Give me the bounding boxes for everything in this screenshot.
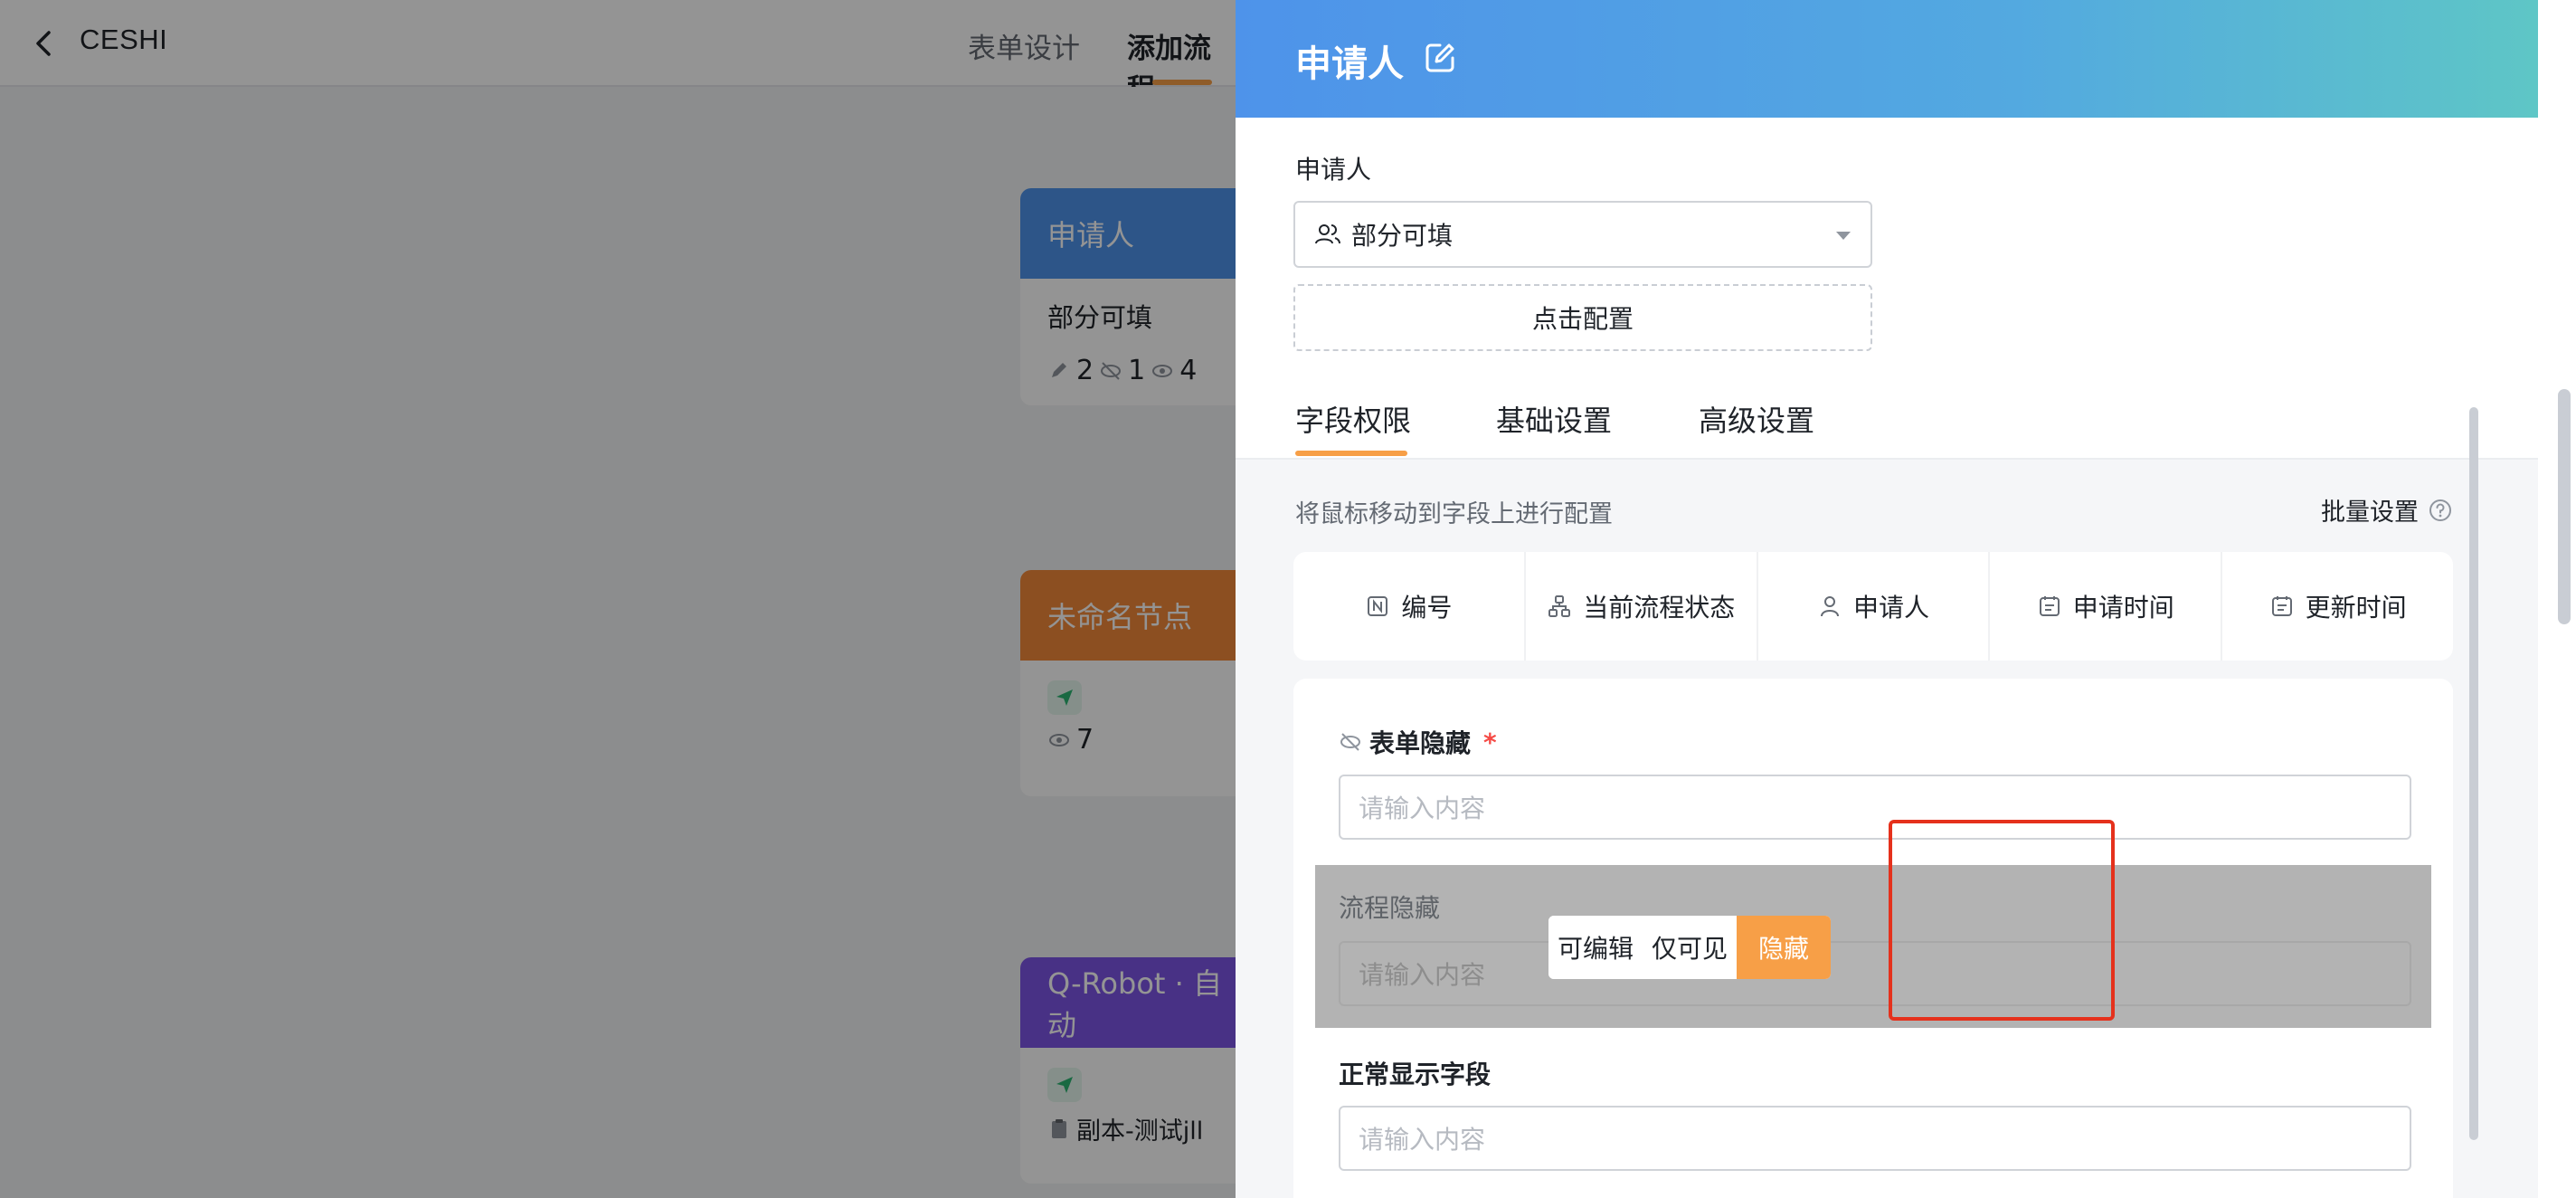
system-field-applicant[interactable]: 申请人: [1758, 552, 1991, 661]
tab-advanced-settings[interactable]: 高级设置: [1699, 398, 1814, 440]
config-button[interactable]: 点击配置: [1293, 284, 1872, 351]
help-icon[interactable]: [2428, 498, 2453, 523]
permission-select-value: 部分可填: [1351, 221, 1454, 251]
permission-option-view-only[interactable]: 仅可见: [1643, 916, 1738, 979]
permission-option-editable[interactable]: 可编辑: [1548, 916, 1643, 979]
number-icon: [1368, 596, 1388, 616]
drawer-header: 申请人: [1236, 0, 2538, 118]
system-field-apply-time[interactable]: 申请时间: [1990, 552, 2223, 661]
system-field-label: 当前流程状态: [1583, 593, 1736, 623]
permission-select[interactable]: 部分可填: [1293, 201, 1872, 268]
field-label-form-hidden: 表单隐藏 *: [1339, 724, 1497, 760]
caret-down-icon: [1836, 232, 1851, 240]
field-row-flow-hidden[interactable]: 流程隐藏 请输入内容 可编辑 仅可见 隐藏: [1315, 865, 2431, 1028]
permission-toggle-group: 可编辑 仅可见 隐藏: [1548, 916, 1832, 979]
field-label-flow-hidden: 流程隐藏: [1339, 893, 1441, 923]
normal-field-input[interactable]: 请输入内容: [1339, 1106, 2411, 1171]
flow-icon: [1548, 595, 1571, 617]
batch-settings-button[interactable]: 批量设置: [2321, 492, 2453, 528]
system-field-label: 更新时间: [2305, 593, 2407, 623]
form-fields-card: 表单隐藏 * 请输入内容 流程隐藏 请输入内容 可编辑 仅可见 隐藏 正常显示字…: [1293, 679, 2453, 1198]
modal-overlay[interactable]: [0, 0, 1236, 1198]
form-hidden-input[interactable]: 请输入内容: [1339, 775, 2411, 840]
content-scrollbar[interactable]: [2469, 407, 2478, 1140]
system-field-number[interactable]: 编号: [1293, 552, 1526, 661]
system-field-label: 申请人: [1852, 593, 1929, 623]
eye-off-icon: [1340, 733, 1360, 751]
system-field-label: 申请时间: [2072, 593, 2174, 623]
system-fields: 编号 当前流程状态 申请人 申请时间 更新时间: [1293, 552, 2453, 661]
users-icon: [1315, 224, 1340, 244]
annotation-highlight-box: [1889, 820, 2115, 1021]
edit-title-icon[interactable]: [1422, 40, 1458, 76]
hint-text: 将鼠标移动到字段上进行配置: [1295, 500, 1613, 528]
field-label-normal: 正常显示字段: [1339, 1060, 1492, 1089]
system-field-update-time[interactable]: 更新时间: [2222, 552, 2453, 661]
calendar-icon: [2271, 596, 2292, 616]
required-mark: *: [1483, 727, 1497, 757]
user-icon: [1820, 596, 1839, 617]
permission-option-hidden[interactable]: 隐藏: [1737, 916, 1832, 979]
tab-field-permissions[interactable]: 字段权限: [1295, 398, 1411, 440]
section-label: 申请人: [1295, 155, 1372, 185]
page-scrollbar[interactable]: [2558, 389, 2571, 624]
system-field-label: 编号: [1401, 593, 1453, 623]
drawer-title: 申请人: [1295, 43, 1404, 85]
tab-basic-settings[interactable]: 基础设置: [1496, 398, 1612, 440]
active-tab-indicator: [1295, 451, 1407, 456]
calendar-icon: [2039, 596, 2060, 616]
field-label-text: 表单隐藏: [1369, 728, 1472, 758]
system-field-flow-status[interactable]: 当前流程状态: [1526, 552, 1758, 661]
flow-hidden-input[interactable]: 请输入内容: [1339, 941, 2411, 1006]
batch-label: 批量设置: [2321, 499, 2419, 527]
